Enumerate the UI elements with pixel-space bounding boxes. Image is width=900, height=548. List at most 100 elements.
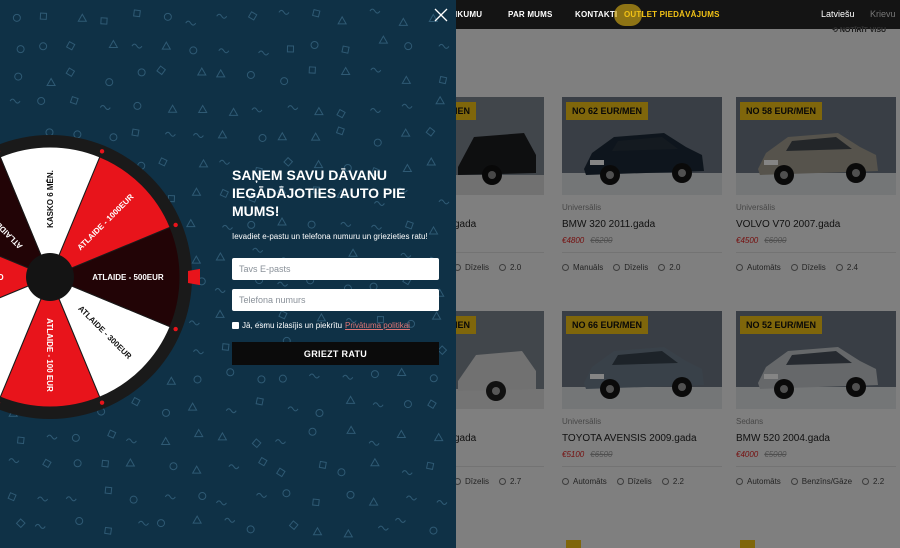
pattern-shape bbox=[396, 429, 407, 438]
pattern-shape bbox=[404, 220, 414, 230]
pattern-shape bbox=[314, 106, 324, 116]
pattern-shape bbox=[372, 402, 384, 408]
pattern-shape bbox=[425, 126, 436, 137]
pattern-shape bbox=[39, 12, 48, 20]
pattern-shape bbox=[104, 486, 113, 495]
pattern-shape bbox=[133, 9, 141, 18]
pattern-shape bbox=[400, 252, 412, 258]
pattern-shape bbox=[252, 247, 264, 253]
pattern-shape bbox=[433, 432, 444, 442]
pattern-shape bbox=[216, 500, 227, 506]
pattern-shape bbox=[426, 461, 435, 470]
pattern-shape bbox=[370, 67, 382, 73]
pattern-shape bbox=[337, 15, 348, 25]
pattern-shape bbox=[400, 128, 411, 137]
consent-row: Jā, esmu izlasījis un piekrītu Privātuma… bbox=[232, 321, 410, 330]
pattern-shape bbox=[337, 468, 346, 477]
spin-wheel-button[interactable]: GRIEZT RATU bbox=[232, 342, 439, 365]
pattern-shape bbox=[37, 96, 46, 105]
pattern-shape bbox=[429, 374, 438, 383]
pattern-shape bbox=[438, 75, 448, 85]
pattern-shape bbox=[108, 39, 119, 49]
pattern-shape bbox=[100, 17, 108, 25]
pattern-shape bbox=[283, 156, 294, 167]
pattern-shape bbox=[217, 431, 228, 441]
pattern-shape bbox=[286, 45, 295, 53]
pattern-shape bbox=[378, 35, 389, 44]
pattern-shape bbox=[131, 43, 143, 49]
pattern-shape bbox=[401, 75, 412, 84]
pattern-shape bbox=[228, 464, 240, 470]
nav-item-contacts[interactable]: KONTAKTI bbox=[575, 10, 617, 19]
pattern-shape bbox=[224, 517, 236, 523]
wheel-light-icon bbox=[173, 326, 178, 332]
wheel-light-icon bbox=[173, 222, 178, 228]
pattern-shape bbox=[335, 126, 345, 136]
pattern-shape bbox=[221, 343, 230, 351]
wheel-hub bbox=[26, 253, 74, 301]
wheel-light-icon bbox=[99, 400, 105, 405]
pattern-shape bbox=[192, 515, 203, 524]
nav-item-about[interactable]: PAR MUMS bbox=[508, 10, 553, 19]
consent-checkbox[interactable] bbox=[232, 322, 239, 329]
pattern-shape bbox=[310, 132, 321, 141]
nav-item-catalog[interactable]: IKUMU bbox=[455, 10, 482, 19]
pattern-shape bbox=[77, 13, 88, 22]
pattern-shape bbox=[277, 131, 288, 141]
pattern-shape bbox=[9, 98, 21, 104]
lang-russian[interactable]: Krievu bbox=[870, 9, 896, 19]
lang-latvian[interactable]: Latviešu bbox=[821, 9, 855, 19]
pattern-shape bbox=[315, 409, 324, 418]
pattern-shape bbox=[12, 13, 21, 22]
pattern-shape bbox=[167, 104, 178, 113]
pattern-shape bbox=[7, 492, 17, 502]
wheel-segment-label: CSDD IZDEVUMI bbox=[0, 272, 4, 281]
pattern-shape bbox=[341, 45, 350, 54]
pattern-shape bbox=[169, 462, 178, 471]
pattern-shape bbox=[310, 41, 319, 50]
pattern-shape bbox=[311, 9, 321, 18]
pattern-shape bbox=[138, 520, 149, 526]
pattern-shape bbox=[133, 101, 142, 110]
pattern-shape bbox=[219, 188, 229, 199]
pattern-shape bbox=[69, 95, 79, 105]
pattern-shape bbox=[163, 12, 172, 21]
pattern-shape bbox=[71, 433, 80, 442]
pattern-shape bbox=[342, 374, 354, 380]
pattern-shape bbox=[336, 108, 346, 119]
nav-item-outlet[interactable]: OUTLET PIEDĀVĀJUMS bbox=[624, 10, 720, 19]
pattern-shape bbox=[312, 526, 323, 536]
pattern-shape bbox=[73, 459, 82, 468]
consent-label: Jā, esmu izlasījis un piekrītu bbox=[242, 321, 343, 330]
pattern-shape bbox=[222, 224, 233, 230]
pattern-shape bbox=[401, 470, 413, 476]
pattern-shape bbox=[275, 439, 286, 445]
pattern-shape bbox=[101, 459, 110, 468]
pattern-shape bbox=[216, 13, 228, 19]
pattern-shape bbox=[401, 103, 413, 109]
pattern-shape bbox=[370, 370, 379, 379]
pattern-shape bbox=[218, 48, 230, 54]
pattern-shape bbox=[437, 345, 448, 356]
prize-wheel[interactable]: ATLAIDE - 100 EUR ATLAIDE - 300EURATLAIDE… bbox=[0, 127, 200, 427]
email-input[interactable] bbox=[232, 258, 439, 280]
pattern-shape bbox=[214, 287, 226, 293]
pattern-shape bbox=[34, 523, 46, 529]
pattern-shape bbox=[225, 408, 237, 414]
close-icon[interactable] bbox=[432, 6, 450, 24]
pattern-shape bbox=[368, 440, 380, 446]
pattern-shape bbox=[215, 251, 226, 261]
pattern-shape bbox=[403, 400, 412, 409]
privacy-policy-link[interactable]: Privātuma politikai bbox=[345, 321, 410, 330]
pattern-shape bbox=[125, 438, 137, 444]
pattern-shape bbox=[42, 458, 52, 469]
pattern-shape bbox=[156, 65, 167, 76]
pattern-shape bbox=[429, 526, 438, 535]
pattern-shape bbox=[395, 517, 406, 523]
pattern-shape bbox=[156, 519, 165, 528]
pattern-shape bbox=[160, 436, 171, 446]
phone-input[interactable] bbox=[232, 289, 439, 311]
pattern-shape bbox=[258, 133, 267, 142]
pattern-shape bbox=[277, 281, 288, 287]
pattern-shape bbox=[129, 495, 138, 504]
